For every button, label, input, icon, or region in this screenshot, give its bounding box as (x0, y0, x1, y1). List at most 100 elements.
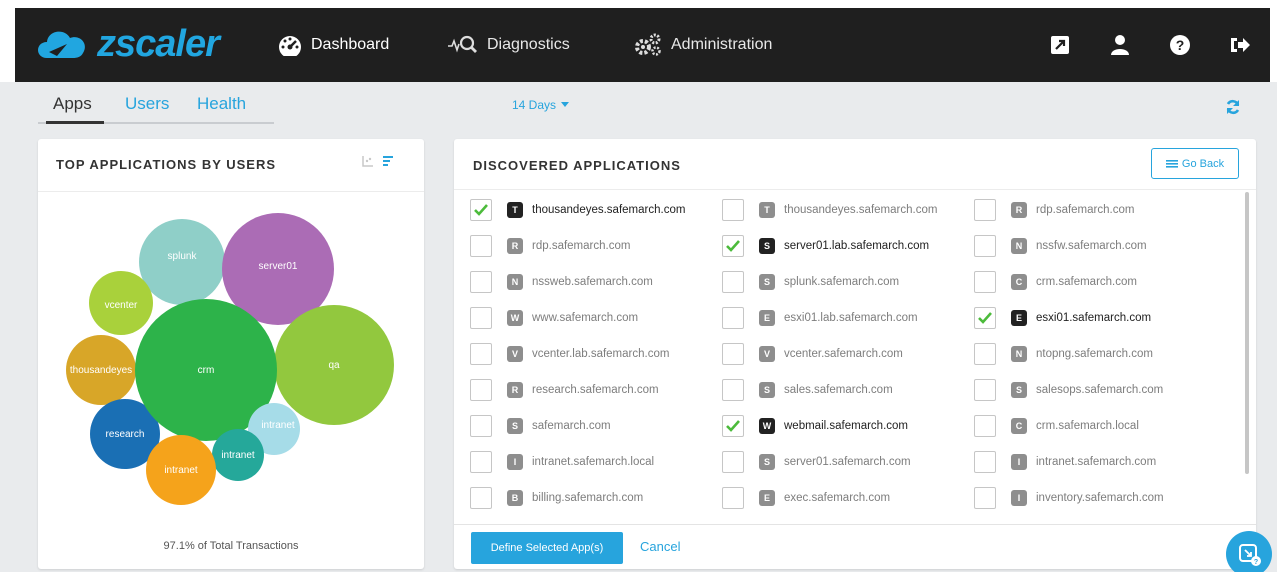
application-item[interactable]: Vvcenter.safemarch.com (722, 341, 903, 367)
app-checkbox[interactable] (974, 451, 996, 473)
app-name: www.safemarch.com (532, 312, 639, 324)
app-name: server01.safemarch.com (784, 456, 911, 468)
app-checkbox[interactable] (974, 199, 996, 221)
app-name: esxi01.safemarch.com (1036, 312, 1152, 324)
app-checkbox[interactable] (722, 379, 744, 401)
app-letter-badge: N (1011, 346, 1027, 362)
external-link-icon[interactable] (1030, 35, 1090, 55)
app-letter-badge: S (759, 274, 775, 290)
app-checkbox[interactable] (974, 415, 996, 437)
app-checkbox[interactable] (470, 307, 492, 329)
application-item[interactable]: Wwebmail.safemarch.com (722, 413, 908, 439)
app-checkbox[interactable] (722, 271, 744, 293)
app-checkbox[interactable] (974, 379, 996, 401)
refresh-icon[interactable] (1225, 99, 1241, 120)
bubble-label: qa (328, 359, 340, 371)
app-checkbox[interactable] (722, 199, 744, 221)
scrollbar[interactable] (1245, 192, 1249, 474)
bubble-label: thousandeyes (69, 364, 133, 376)
application-item[interactable]: Eesxi01.safemarch.com (974, 305, 1151, 331)
time-range-dropdown[interactable]: 14 Days (512, 98, 570, 112)
application-item[interactable]: Iintranet.safemarch.com (974, 449, 1156, 475)
go-back-button[interactable]: Go Back (1151, 148, 1239, 179)
application-item[interactable]: Iintranet.safemarch.local (470, 449, 654, 475)
application-item[interactable]: Nnssweb.safemarch.com (470, 269, 653, 295)
app-letter-badge: E (1011, 310, 1027, 326)
define-selected-apps-button[interactable]: Define Selected App(s) (471, 532, 623, 564)
application-item[interactable]: Eesxi01.lab.safemarch.com (722, 305, 918, 331)
application-item[interactable]: Ssafemarch.com (470, 413, 611, 439)
checkmark-icon (978, 312, 992, 324)
app-checkbox[interactable] (470, 235, 492, 257)
application-item[interactable]: Rrdp.safemarch.com (974, 197, 1134, 223)
tab-users[interactable]: Users (125, 94, 169, 114)
app-checkbox[interactable] (470, 487, 492, 509)
app-checkbox[interactable] (470, 451, 492, 473)
app-checkbox[interactable] (470, 379, 492, 401)
diagnostics-search-icon (447, 34, 479, 56)
application-item[interactable]: Ssales.safemarch.com (722, 377, 893, 403)
app-name: research.safemarch.com (532, 384, 659, 396)
bubble-intranet-teal[interactable]: intranet (212, 429, 264, 481)
bubble-splunk[interactable]: splunk (139, 219, 225, 305)
checkmark-icon (474, 204, 488, 216)
help-icon[interactable]: ? (1150, 34, 1210, 56)
application-item[interactable]: Rrdp.safemarch.com (470, 233, 630, 259)
cancel-link[interactable]: Cancel (640, 539, 680, 554)
application-item[interactable]: Ssalesops.safemarch.com (974, 377, 1163, 403)
app-checkbox[interactable] (974, 487, 996, 509)
bubble-thousandeyes[interactable]: thousandeyes (66, 335, 136, 405)
app-checkbox[interactable] (470, 343, 492, 365)
bubble-intranet-orange[interactable]: intranet (146, 435, 216, 505)
app-checkbox[interactable] (470, 415, 492, 437)
nav-administration[interactable]: Administration (633, 8, 772, 82)
nav-diagnostics[interactable]: Diagnostics (447, 8, 570, 82)
application-item[interactable]: Rresearch.safemarch.com (470, 377, 659, 403)
app-checkbox[interactable] (470, 199, 492, 221)
application-item[interactable]: Tthousandeyes.safemarch.com (722, 197, 937, 223)
app-name: vcenter.lab.safemarch.com (532, 348, 670, 360)
app-checkbox[interactable] (722, 487, 744, 509)
active-tab-indicator (46, 121, 104, 124)
application-item[interactable]: Vvcenter.lab.safemarch.com (470, 341, 669, 367)
application-item[interactable]: Wwww.safemarch.com (470, 305, 638, 331)
app-checkbox[interactable] (722, 235, 744, 257)
application-item[interactable]: Nntopng.safemarch.com (974, 341, 1153, 367)
tab-apps[interactable]: Apps (53, 94, 92, 114)
help-widget-button[interactable]: ? (1226, 531, 1272, 572)
app-checkbox[interactable] (722, 415, 744, 437)
app-letter-badge: S (1011, 382, 1027, 398)
application-item[interactable]: Sserver01.lab.safemarch.com (722, 233, 929, 259)
application-item[interactable]: Ssplunk.safemarch.com (722, 269, 899, 295)
panel-title: DISCOVERED APPLICATIONS (473, 158, 681, 173)
application-item[interactable]: Eexec.safemarch.com (722, 485, 890, 511)
nav-dashboard[interactable]: Dashboard (277, 8, 389, 82)
logout-icon[interactable] (1210, 35, 1270, 55)
zscaler-logo[interactable]: zscaler (33, 22, 220, 66)
app-checkbox[interactable] (974, 343, 996, 365)
application-item[interactable]: Nnssfw.safemarch.com (974, 233, 1147, 259)
application-item[interactable]: Ccrm.safemarch.com (974, 269, 1137, 295)
app-checkbox[interactable] (470, 271, 492, 293)
app-checkbox[interactable] (974, 271, 996, 293)
app-checkbox[interactable] (974, 307, 996, 329)
app-name: thousandeyes.safemarch.com (532, 204, 686, 216)
application-item[interactable]: Iinventory.safemarch.com (974, 485, 1164, 511)
app-checkbox[interactable] (722, 451, 744, 473)
bubble-label: intranet (164, 464, 198, 476)
application-item[interactable]: Ccrm.safemarch.local (974, 413, 1139, 439)
app-checkbox[interactable] (722, 307, 744, 329)
app-name: nssweb.safemarch.com (532, 276, 653, 288)
app-checkbox[interactable] (722, 343, 744, 365)
tab-health[interactable]: Health (197, 94, 246, 114)
bubble-qa[interactable]: qa (274, 305, 394, 425)
bubble-vcenter[interactable]: vcenter (89, 271, 153, 335)
app-name: webmail.safemarch.com (784, 420, 908, 432)
nav-dashboard-label: Dashboard (311, 36, 390, 53)
application-item[interactable]: Tthousandeyes.safemarch.com (470, 197, 685, 223)
app-checkbox[interactable] (974, 235, 996, 257)
application-item[interactable]: Bbilling.safemarch.com (470, 485, 643, 511)
application-item[interactable]: Sserver01.safemarch.com (722, 449, 911, 475)
user-icon[interactable] (1090, 34, 1150, 56)
nav-administration-label: Administration (671, 36, 773, 53)
